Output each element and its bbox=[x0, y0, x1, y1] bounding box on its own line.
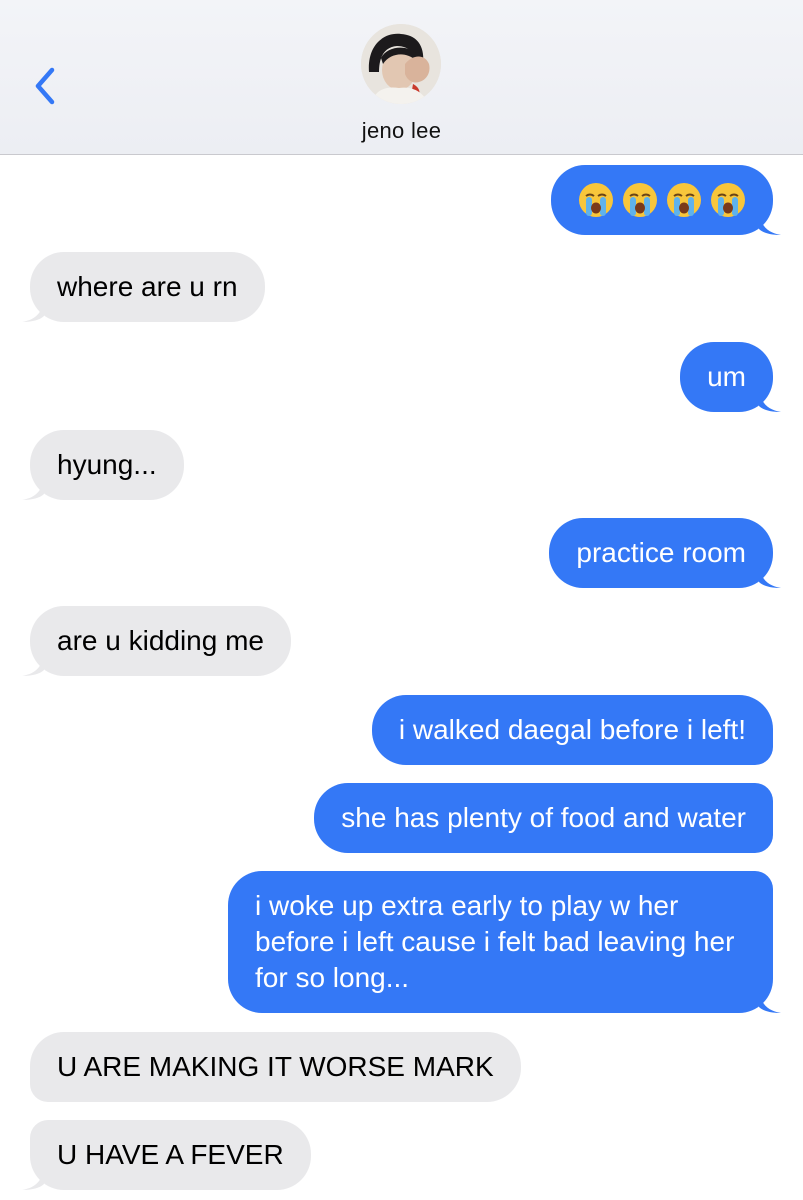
received-message-bubble[interactable]: U ARE MAKING IT WORSE MARK bbox=[30, 1032, 521, 1102]
message-text: U ARE MAKING IT WORSE MARK bbox=[57, 1051, 494, 1082]
sent-message-bubble[interactable] bbox=[551, 165, 781, 235]
message-text: she has plenty of food and water bbox=[341, 802, 746, 833]
loudly-crying-face-icon bbox=[579, 183, 613, 217]
message-text: U HAVE A FEVER bbox=[57, 1139, 284, 1170]
avatar-photo-icon bbox=[361, 24, 441, 104]
sent-message-bubble[interactable]: i woke up extra early to play w her befo… bbox=[228, 871, 781, 1013]
bubble-tail bbox=[22, 1168, 44, 1190]
emoji-row bbox=[577, 181, 747, 219]
contact-avatar[interactable] bbox=[361, 24, 441, 104]
message-text: i walked daegal before i left! bbox=[398, 714, 746, 745]
bubble-tail bbox=[22, 478, 44, 500]
message-text: practice room bbox=[576, 537, 746, 568]
conversation-header: jeno lee bbox=[0, 0, 803, 155]
loudly-crying-face-icon bbox=[711, 183, 745, 217]
bubble-tail bbox=[759, 390, 781, 412]
message-text: hyung... bbox=[57, 449, 157, 480]
bubble-tail bbox=[759, 991, 781, 1013]
received-message-bubble[interactable]: U HAVE A FEVER bbox=[22, 1120, 311, 1190]
chevron-left-icon bbox=[35, 67, 55, 105]
message-text: are u kidding me bbox=[57, 625, 265, 656]
received-message-bubble[interactable]: are u kidding me bbox=[22, 606, 292, 676]
loudly-crying-face-icon bbox=[667, 183, 701, 217]
sent-message-bubble[interactable]: practice room bbox=[549, 518, 781, 588]
message-text: um bbox=[707, 361, 746, 392]
back-button[interactable] bbox=[28, 62, 62, 110]
message-text: i woke up extra early to play w her befo… bbox=[255, 890, 735, 993]
bubble-tail bbox=[759, 566, 781, 588]
bubble-tail bbox=[759, 213, 781, 235]
loudly-crying-face-icon bbox=[623, 183, 657, 217]
contact-name[interactable]: jeno lee bbox=[0, 118, 803, 144]
sent-message-bubble[interactable]: i walked daegal before i left! bbox=[371, 695, 773, 765]
sent-message-bubble[interactable]: um bbox=[680, 342, 781, 412]
received-message-bubble[interactable]: hyung... bbox=[22, 430, 184, 500]
message-thread: where are u rn um hyung... practice room… bbox=[0, 155, 803, 1200]
received-message-bubble[interactable]: where are u rn bbox=[22, 252, 265, 322]
sent-message-bubble[interactable]: she has plenty of food and water bbox=[314, 783, 773, 853]
message-text: where are u rn bbox=[57, 271, 238, 302]
bubble-tail bbox=[22, 300, 44, 322]
bubble-tail bbox=[22, 654, 44, 676]
